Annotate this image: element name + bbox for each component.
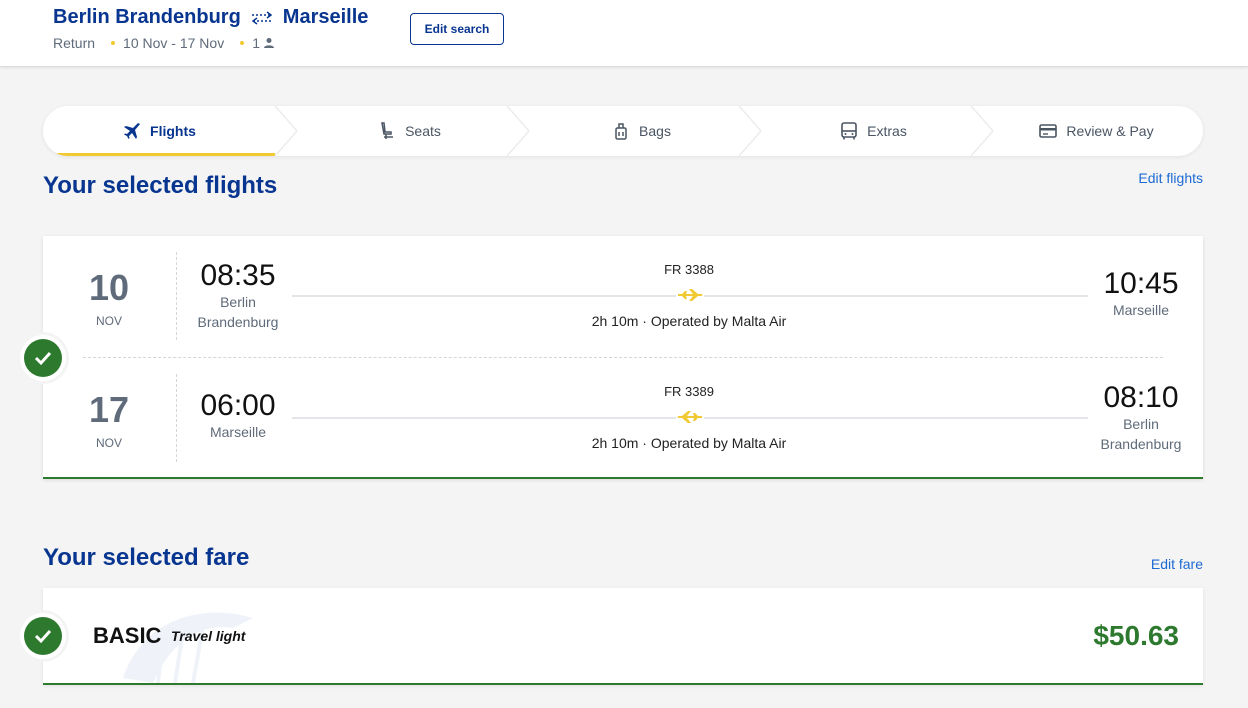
departure-city: Berlin Brandenburg (197, 294, 279, 330)
card-icon (1039, 124, 1058, 138)
flight-number: FR 3389 (664, 384, 714, 399)
flight-month: NOV (95, 436, 122, 450)
flight-date: 10 NOV (69, 267, 149, 329)
step-bags[interactable]: Bags (525, 106, 757, 156)
trip-header: Berlin Brandenburg Marseille Return 10 N… (0, 0, 1248, 67)
step-label: Extras (867, 123, 907, 139)
separator-dot (240, 41, 245, 45)
flights-card: 10 NOV 08:35 Berlin Brandenburg FR 3388 … (43, 236, 1203, 479)
arrival-city: Marseille (1112, 302, 1169, 318)
flight-date: 17 NOV (69, 389, 149, 451)
fare-tagline: Travel light (171, 628, 246, 644)
arrival-city: Berlin Brandenburg (1100, 416, 1182, 452)
fare-card: BASIC Travel light $50.63 (43, 588, 1203, 685)
flight-leg-return: 17 NOV 06:00 Marseille FR 3389 2h 10m · … (43, 374, 1203, 474)
flight-month: NOV (95, 314, 122, 328)
arrival-block: 08:10 Berlin Brandenburg (1091, 382, 1191, 454)
step-seats[interactable]: Seats (293, 106, 525, 156)
step-flights[interactable]: Flights (43, 106, 275, 156)
trip-dates: 10 Nov - 17 Nov (123, 35, 225, 51)
booking-stepper: Flights Seats Bags Extras Review & Pay (43, 106, 1203, 156)
flight-number: FR 3388 (664, 262, 714, 277)
selected-flights-title: Your selected flights (43, 172, 278, 199)
edit-fare-link[interactable]: Edit fare (1151, 556, 1203, 572)
arrival-block: 10:45 Marseille (1091, 268, 1191, 320)
departure-city: Marseille (209, 424, 266, 440)
edit-flights-link[interactable]: Edit flights (1138, 170, 1203, 186)
bus-icon (841, 122, 857, 140)
destination-city: Marseille (282, 6, 369, 28)
date-divider (176, 374, 177, 462)
step-extras[interactable]: Extras (757, 106, 989, 156)
edit-search-button[interactable]: Edit search (410, 13, 504, 45)
step-label: Seats (405, 123, 441, 139)
departure-block: 06:00 Marseille (188, 390, 288, 442)
person-icon (264, 38, 274, 48)
departure-block: 08:35 Berlin Brandenburg (188, 260, 288, 332)
flight-day: 10 (88, 267, 130, 308)
passenger-number: 1 (252, 35, 260, 51)
step-label: Review & Pay (1066, 123, 1154, 139)
passenger-count: 1 (252, 35, 275, 51)
trip-meta: Return 10 Nov - 17 Nov 1 (53, 35, 275, 51)
step-label: Flights (150, 123, 196, 139)
seat-icon (381, 122, 394, 139)
flight-day: 17 (88, 389, 130, 430)
plane-outbound-icon (676, 287, 704, 303)
flights-selected-check-icon (20, 335, 66, 381)
bag-icon (615, 123, 627, 140)
return-arrows-icon (249, 8, 275, 28)
fare-price: $50.63 (1093, 620, 1179, 651)
departure-time: 08:35 (200, 259, 276, 292)
route-title: Berlin Brandenburg Marseille (53, 6, 368, 29)
departure-time: 06:00 (200, 389, 276, 422)
step-label: Bags (639, 123, 671, 139)
step-review-pay[interactable]: Review & Pay (989, 106, 1203, 156)
arrival-time: 10:45 (1103, 267, 1179, 300)
fare-selected-check-icon (20, 613, 66, 659)
plane-return-icon (676, 409, 704, 425)
flight-leg-outbound: 10 NOV 08:35 Berlin Brandenburg FR 3388 … (43, 252, 1203, 352)
arrival-time: 08:10 (1103, 381, 1179, 414)
separator-dot (111, 41, 116, 45)
flight-duration: 2h 10m · Operated by Malta Air (591, 435, 787, 451)
trip-type: Return (53, 35, 96, 51)
plane-icon (124, 123, 141, 139)
fare-name: BASIC (93, 623, 162, 648)
legs-divider (83, 357, 1163, 358)
flight-duration: 2h 10m · Operated by Malta Air (591, 313, 787, 329)
origin-city: Berlin Brandenburg (53, 6, 241, 28)
date-divider (176, 252, 177, 340)
selected-fare-title: Your selected fare (43, 544, 250, 571)
